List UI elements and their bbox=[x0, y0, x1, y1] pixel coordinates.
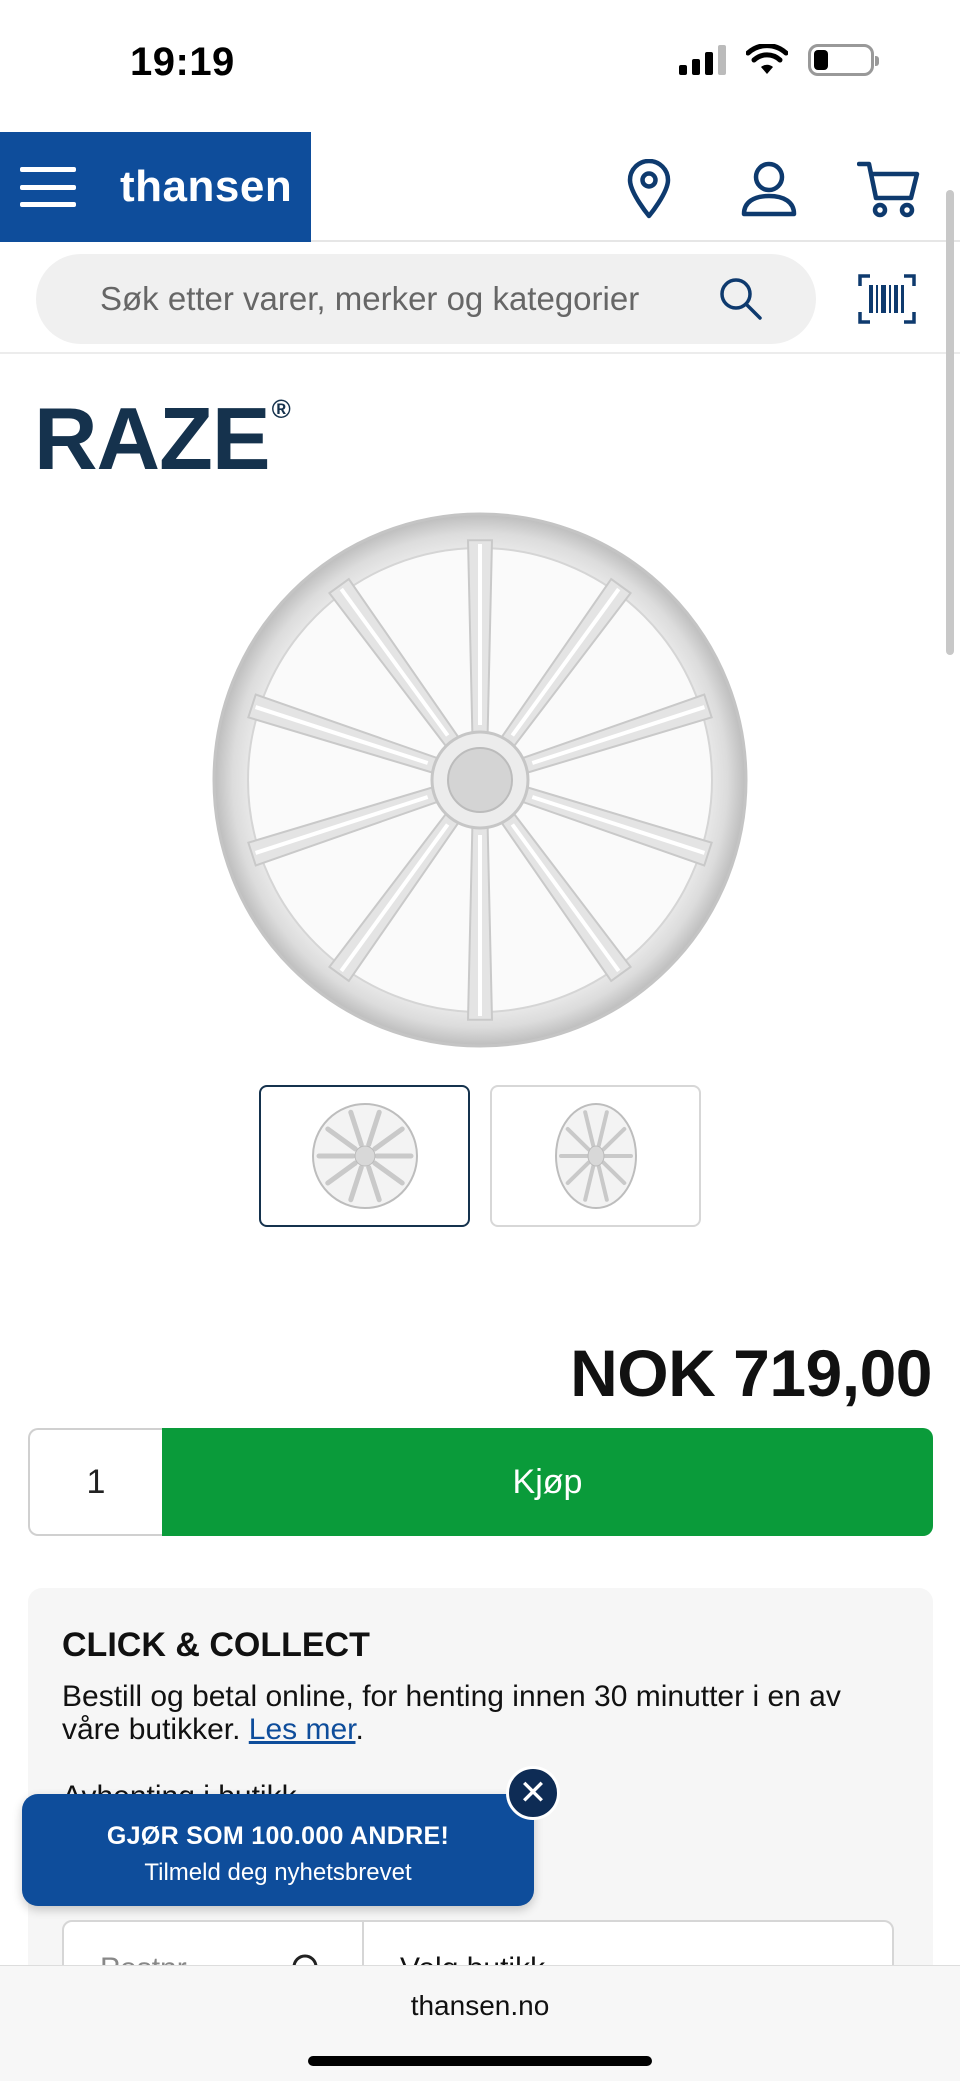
click-collect-text: Bestill og betal online, for henting inn… bbox=[62, 1680, 841, 1746]
thumbnail-2[interactable] bbox=[490, 1085, 701, 1227]
buy-row: 1 Kjøp bbox=[28, 1428, 933, 1536]
page-scrollbar[interactable] bbox=[946, 190, 954, 655]
user-icon[interactable] bbox=[734, 154, 804, 224]
browser-address-bar: thansen.no bbox=[0, 1965, 960, 2081]
logo-block: thansen bbox=[0, 132, 311, 242]
quantity-input[interactable]: 1 bbox=[28, 1428, 162, 1536]
header-actions bbox=[614, 154, 924, 224]
status-icons bbox=[679, 44, 879, 76]
search-box bbox=[36, 254, 816, 344]
read-more-link[interactable]: Les mer bbox=[249, 1713, 356, 1746]
search-row bbox=[0, 244, 960, 354]
menu-icon[interactable] bbox=[20, 167, 76, 207]
search-input[interactable] bbox=[36, 254, 716, 344]
battery-icon bbox=[808, 44, 879, 76]
product-price: NOK 719,00 bbox=[570, 1336, 932, 1410]
site-logo[interactable]: thansen bbox=[120, 162, 292, 212]
cellular-signal-icon bbox=[679, 45, 726, 75]
cart-icon[interactable] bbox=[854, 154, 924, 224]
site-header: thansen bbox=[0, 130, 960, 242]
thumbnail-1[interactable] bbox=[259, 1085, 470, 1227]
wifi-icon bbox=[746, 44, 788, 74]
newsletter-title: GJØR SOM 100.000 ANDRE! bbox=[106, 1822, 450, 1850]
newsletter-popup[interactable]: GJØR SOM 100.000 ANDRE! Tilmeld deg nyhe… bbox=[22, 1794, 534, 1906]
search-icon[interactable] bbox=[716, 274, 766, 324]
location-pin-icon[interactable] bbox=[614, 154, 684, 224]
buy-button[interactable]: Kjøp bbox=[162, 1428, 933, 1536]
status-bar: 19:19 bbox=[0, 0, 960, 130]
product-image[interactable] bbox=[210, 510, 750, 1050]
brand-logo[interactable]: RAZE® bbox=[34, 388, 291, 490]
close-icon[interactable]: ✕ bbox=[506, 1766, 560, 1820]
url-text[interactable]: thansen.no bbox=[0, 1990, 960, 2022]
thumbnail-gallery bbox=[259, 1085, 701, 1227]
barcode-scanner-icon[interactable] bbox=[858, 274, 916, 324]
home-indicator[interactable] bbox=[308, 2056, 652, 2066]
status-time: 19:19 bbox=[130, 40, 235, 84]
click-collect-title: CLICK & COLLECT bbox=[62, 1626, 370, 1664]
newsletter-subtitle: Tilmeld deg nyhetsbrevet bbox=[144, 1859, 412, 1886]
